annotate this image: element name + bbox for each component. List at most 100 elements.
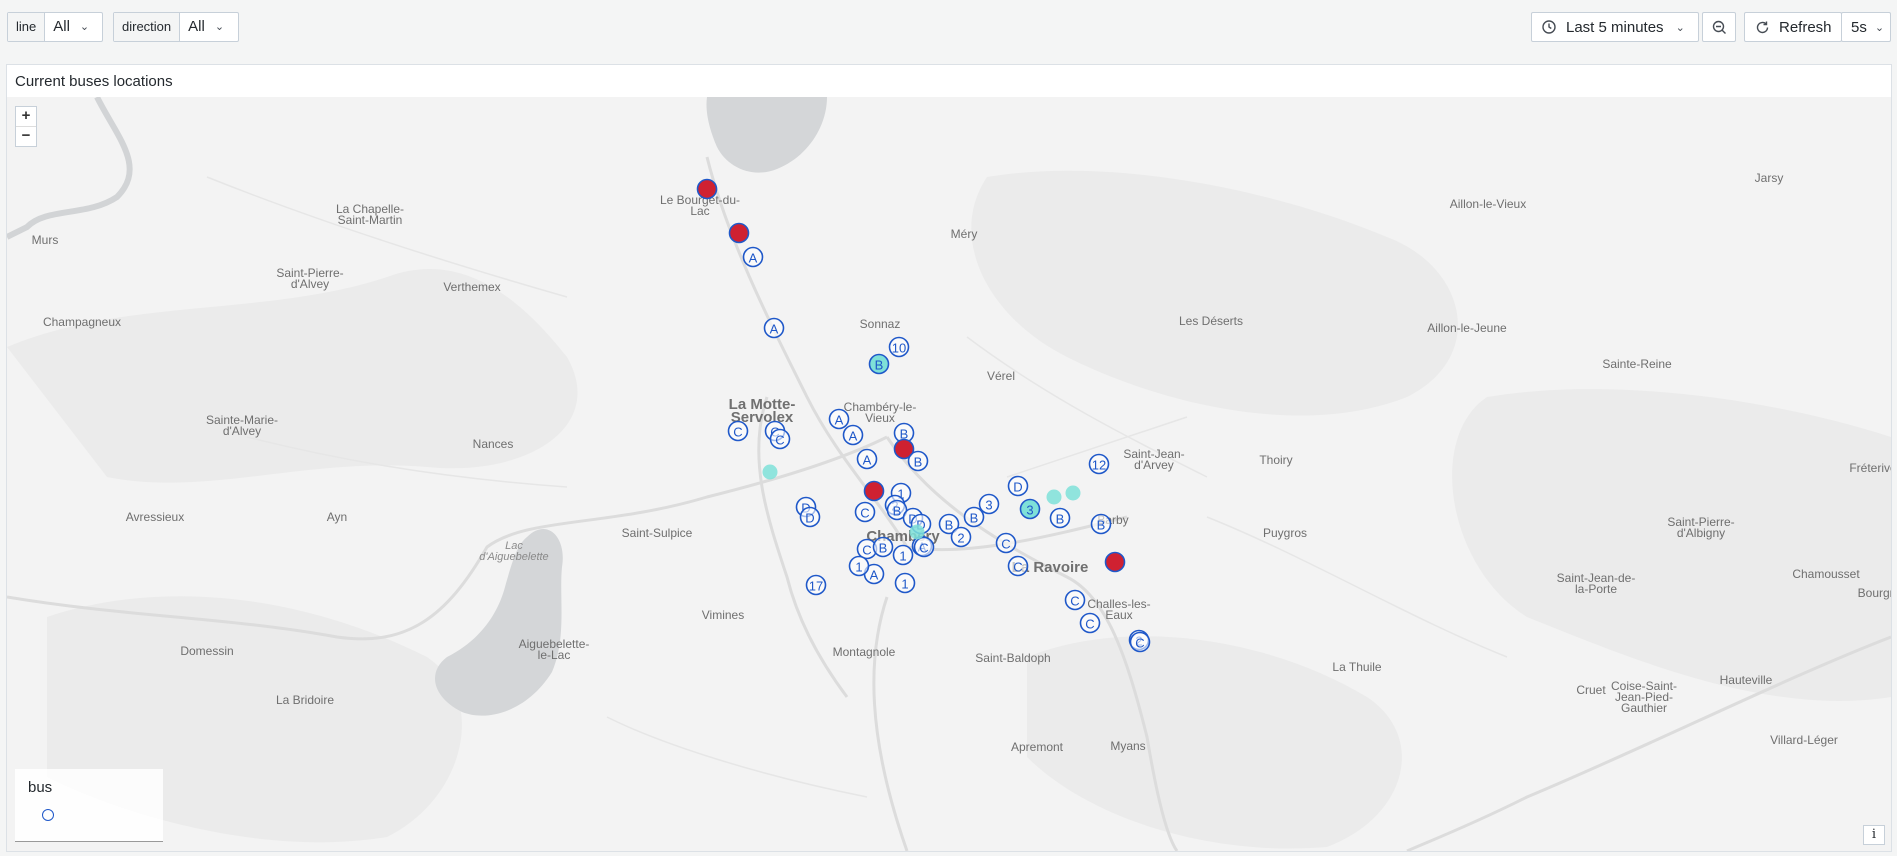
- place-label: Verthemex: [443, 280, 500, 294]
- place-label: Sainte-Reine: [1602, 357, 1672, 371]
- place-label: Méry: [951, 227, 978, 241]
- bus-marker[interactable]: C: [727, 420, 749, 442]
- bus-marker[interactable]: C: [1007, 555, 1029, 577]
- bus-line-label: B: [1056, 512, 1065, 527]
- place-label: Vérel: [987, 369, 1015, 383]
- place-label: La Chapelle-Saint-Martin: [336, 202, 404, 227]
- bus-marker[interactable]: [1065, 485, 1081, 501]
- bus-marker[interactable]: B: [872, 536, 894, 558]
- bus-marker[interactable]: B: [868, 353, 890, 375]
- place-label: La Thuile: [1332, 660, 1381, 674]
- dashboard-toolbar: line All ⌄ direction All ⌄ Last 5 minute…: [0, 0, 1897, 56]
- bus-line-label: B: [875, 358, 884, 373]
- bus-marker[interactable]: C: [1129, 631, 1151, 653]
- line-variable-label: line: [8, 13, 46, 41]
- zoom-out-button[interactable]: −: [16, 126, 36, 146]
- bus-line-label: B: [914, 455, 923, 470]
- bus-marker[interactable]: C: [913, 536, 935, 558]
- bus-line-label: C: [733, 425, 742, 440]
- place-label: Apremont: [1011, 740, 1064, 754]
- map-attribution-button[interactable]: i: [1863, 825, 1885, 845]
- bus-line-label: A: [835, 413, 844, 428]
- bus-line-label: B: [893, 504, 902, 519]
- bus-line-label: C: [1135, 636, 1144, 651]
- bus-marker[interactable]: A: [742, 246, 764, 268]
- map-view[interactable]: Le Bourget-du-Lac Méry La Chapelle-Saint-M…: [7, 97, 1891, 851]
- direction-variable-select[interactable]: All ⌄: [180, 13, 234, 41]
- bus-marker[interactable]: D: [799, 506, 821, 528]
- refresh-button[interactable]: Refresh: [1744, 12, 1842, 42]
- place-label: Aillon-le-Vieux: [1450, 197, 1526, 211]
- bus-marker[interactable]: C: [1079, 612, 1101, 634]
- line-variable-select[interactable]: All ⌄: [45, 13, 99, 41]
- bus-line-label: C: [1001, 537, 1010, 552]
- bus-marker[interactable]: [728, 222, 750, 244]
- bus-marker[interactable]: C: [854, 501, 876, 523]
- bus-marker[interactable]: C: [1064, 589, 1086, 611]
- bus-line-label: 1: [855, 560, 862, 575]
- bus-marker[interactable]: [1046, 489, 1062, 505]
- place-label: Jarsy: [1755, 171, 1784, 185]
- place-label: Villard-Léger: [1770, 733, 1838, 747]
- bus-marker[interactable]: [696, 178, 718, 200]
- direction-variable-label: direction: [114, 13, 181, 41]
- line-variable-value: All: [53, 18, 70, 35]
- bus-marker[interactable]: [762, 464, 778, 480]
- place-label: Sonnaz: [860, 317, 901, 331]
- place-label: Myans: [1110, 739, 1145, 753]
- bus-marker[interactable]: 12: [1088, 453, 1110, 475]
- refresh-interval-value: 5s: [1851, 18, 1867, 36]
- bus-line-label: B: [945, 518, 954, 533]
- bus-marker[interactable]: 3: [978, 493, 1000, 515]
- bus-marker[interactable]: 10: [888, 336, 910, 358]
- bus-marker[interactable]: [909, 524, 925, 540]
- bus-marker[interactable]: A: [842, 424, 864, 446]
- legend-title: bus: [28, 779, 53, 796]
- bus-marker[interactable]: B: [963, 506, 985, 528]
- time-range-label: Last 5 minutes: [1566, 18, 1664, 36]
- bus-marker[interactable]: 1: [894, 572, 916, 594]
- zoom-in-button[interactable]: +: [16, 107, 36, 126]
- bus-marker[interactable]: 2: [950, 526, 972, 548]
- bus-marker[interactable]: C: [769, 428, 791, 450]
- place-label: Puygros: [1263, 526, 1307, 540]
- chevron-down-icon: ⌄: [79, 21, 90, 33]
- time-range-picker[interactable]: Last 5 minutes ⌄: [1531, 12, 1699, 42]
- bus-legend-marker-icon: [42, 809, 54, 821]
- bus-line-label: 17: [809, 579, 823, 594]
- bus-line-label: B: [1097, 518, 1106, 533]
- bus-marker[interactable]: C: [995, 532, 1017, 554]
- bus-line-label: A: [770, 322, 779, 337]
- bus-line-label: 3: [1026, 503, 1033, 518]
- bus-marker[interactable]: 3: [1019, 498, 1041, 520]
- direction-variable-value: All: [188, 18, 205, 35]
- zoom-out-time-button[interactable]: [1702, 12, 1736, 42]
- refresh-interval-picker[interactable]: 5s ⌄: [1841, 12, 1891, 42]
- bus-marker[interactable]: A: [763, 317, 785, 339]
- bus-marker[interactable]: B: [1090, 513, 1112, 535]
- bus-marker[interactable]: 1: [848, 555, 870, 577]
- bus-line-label: D: [805, 511, 814, 526]
- bus-marker[interactable]: B: [1049, 507, 1071, 529]
- place-label: Saint-Baldoph: [975, 651, 1050, 665]
- bus-marker[interactable]: B: [907, 450, 929, 472]
- bus-line-label: B: [970, 511, 979, 526]
- bus-line-label: 3: [985, 498, 992, 513]
- line-variable-picker[interactable]: line All ⌄: [7, 12, 103, 42]
- bus-marker[interactable]: A: [828, 408, 850, 430]
- bus-marker[interactable]: 17: [805, 574, 827, 596]
- bus-marker[interactable]: 1: [892, 544, 914, 566]
- bus-line-label: A: [863, 453, 872, 468]
- bus-marker[interactable]: [1104, 551, 1126, 573]
- bus-line-label: D: [1013, 480, 1022, 495]
- bus-line-label: C: [860, 506, 869, 521]
- direction-variable-picker[interactable]: direction All ⌄: [113, 12, 239, 42]
- bus-marker[interactable]: A: [856, 448, 878, 470]
- bus-locations-panel: Current buses locations Le Bourget-du-La…: [6, 64, 1892, 852]
- place-label: Hauteville: [1720, 673, 1773, 687]
- bus-line-label: A: [870, 568, 879, 583]
- map-canvas[interactable]: Le Bourget-du-LacMéryLa Chapelle-Saint-M…: [7, 97, 1891, 851]
- bus-marker[interactable]: D: [1007, 475, 1029, 497]
- chevron-down-icon: ⌄: [1675, 21, 1685, 34]
- bus-marker[interactable]: [863, 480, 885, 502]
